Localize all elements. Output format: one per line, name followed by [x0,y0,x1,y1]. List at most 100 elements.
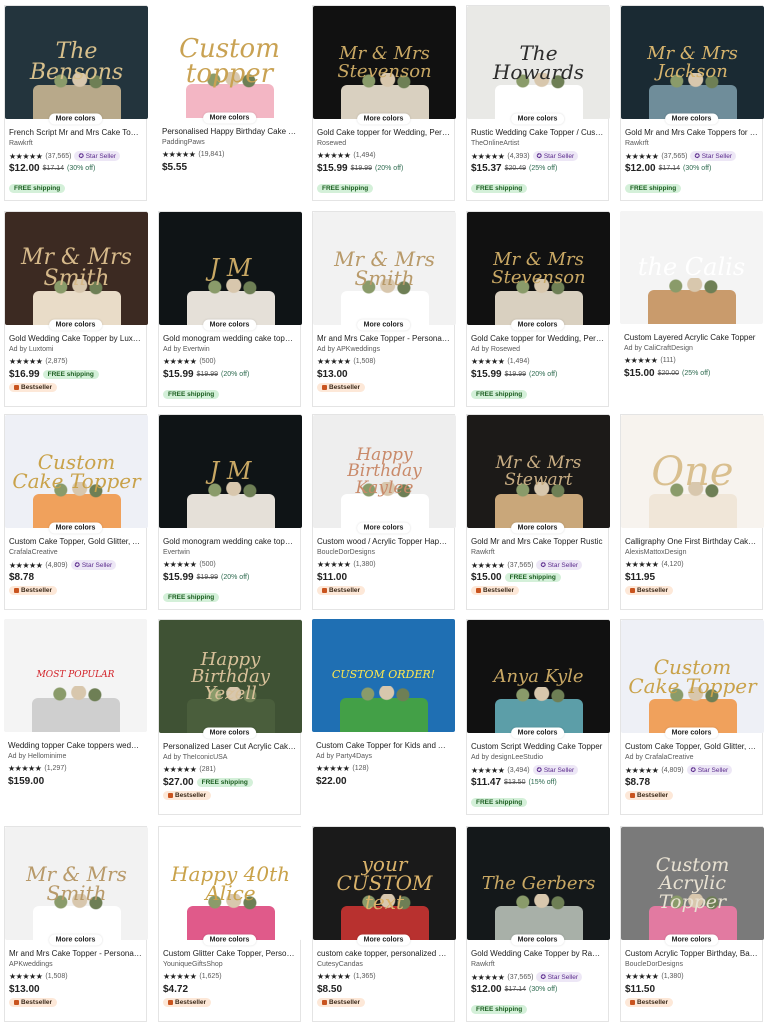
more-colors-badge[interactable]: More colors [664,113,719,125]
listing-image[interactable]: The Gerbers [467,827,610,940]
listing-title[interactable]: Custom Cake Topper for Kids and Adults [316,741,451,750]
listing-card[interactable]: Custom Acrylic Topper More colors Custom A… [620,826,764,1022]
more-colors-badge[interactable]: More colors [664,727,719,739]
listing-card[interactable]: Custom Cake Topper More colors Custom Cake… [620,619,764,815]
more-colors-badge[interactable]: More colors [48,319,103,331]
more-colors-badge[interactable]: More colors [510,319,565,331]
listing-title[interactable]: Gold Mr and Mrs Cake Topper Rustic [471,537,604,546]
listing-card[interactable]: Mr & Mrs Smith More colors Mr and Mrs Cake… [312,211,456,407]
rating-row: ★★★★★ (1,365) [317,972,376,981]
more-colors-badge[interactable]: More colors [48,113,103,125]
more-colors-badge[interactable]: More colors [202,727,257,739]
listing-card[interactable]: MOST POPULAR Wedding topper Cake toppers … [4,619,147,815]
listing-title[interactable]: Rustic Wedding Cake Topper / Custom [471,128,604,137]
listing-title[interactable]: Custom wood / Acrylic Topper Happy Birth… [317,537,450,546]
listing-image[interactable]: The Howards [467,6,610,119]
listing-image[interactable]: Mr & Mrs Stewart [467,415,610,528]
more-colors-badge[interactable]: More colors [356,522,411,534]
listing-card[interactable]: your CUSTOM text More colors custom cake t… [312,826,456,1022]
listing-title[interactable]: Gold Cake topper for Wedding, Personaliz… [471,334,604,343]
listing-image[interactable]: Custom Acrylic Topper [621,827,764,940]
listing-image[interactable]: Happy Birthday Kaylee [313,415,456,528]
listing-title[interactable]: Gold Wedding Cake Topper by Luxtomi [9,334,142,343]
more-colors-badge[interactable]: More colors [48,522,103,534]
listing-card[interactable]: Anya Kyle More colors Custom Script Weddin… [466,619,610,815]
listing-image[interactable]: J M [159,415,302,528]
listing-title[interactable]: Gold monogram wedding cake topper [163,537,296,546]
more-colors-badge[interactable]: More colors [202,112,257,124]
listing-title[interactable]: Personalized Laser Cut Acrylic Cake Topp… [163,742,296,751]
listing-title[interactable]: Gold monogram wedding cake topper [163,334,296,343]
listing-image[interactable]: Happy Birthday Yezell [159,620,302,733]
stars-icon: ★★★★★ [162,150,196,159]
listing-card[interactable]: The Gerbers More colors Gold Wedding Cake … [466,826,610,1022]
listing-title[interactable]: Custom Cake Topper, Gold Glitter, Acryli… [9,537,142,546]
more-colors-badge[interactable]: More colors [510,934,565,946]
listing-image[interactable]: Anya Kyle [467,620,610,733]
listing-title[interactable]: Custom Cake Topper, Gold Glitter, Acryli… [625,742,758,751]
listing-image[interactable]: the Calis [620,211,763,324]
listing-image[interactable]: Mr & Mrs Jackson [621,6,764,119]
listing-image[interactable]: Mr & Mrs Stevenson [467,212,610,325]
listing-title[interactable]: Mr and Mrs Cake Topper - Personalized [9,949,142,958]
review-count: (4,809) [661,766,684,774]
listing-card[interactable]: The Howards More colors Rustic Wedding Cak… [466,5,610,201]
more-colors-badge[interactable]: More colors [202,319,257,331]
listing-title[interactable]: Custom Glitter Cake Topper, Personalized [163,949,296,958]
listing-image[interactable]: CUSTOM ORDER! [312,619,455,732]
listing-image[interactable]: Custom topper [158,5,301,118]
more-colors-badge[interactable]: More colors [48,934,103,946]
more-colors-badge[interactable]: More colors [510,727,565,739]
listing-card[interactable]: CUSTOM ORDER! Custom Cake Topper for Kids… [312,619,455,815]
more-colors-badge[interactable]: More colors [356,319,411,331]
listing-image[interactable]: Custom Cake Topper [5,415,148,528]
listing-card[interactable]: Happy Birthday Yezell More colors Personal… [158,619,302,815]
listing-image[interactable]: your CUSTOM text [313,827,456,940]
listing-title[interactable]: Wedding topper Cake toppers wedding [8,741,143,750]
listing-card[interactable]: Custom Cake Topper More colors Custom Cake… [4,414,148,610]
more-colors-badge[interactable]: More colors [664,934,719,946]
listing-card[interactable]: the Calis Custom Layered Acrylic Cake Top… [620,211,763,407]
listing-card[interactable]: J M More colors Gold monogram wedding cake… [158,211,302,407]
listing-card[interactable]: Happy 40th Alice More colors Custom Glitte… [158,826,302,1022]
listing-card[interactable]: Mr & Mrs Jackson More colors Gold Mr and M… [620,5,764,201]
listing-image[interactable]: Mr & Mrs Stevenson [313,6,456,119]
more-colors-badge[interactable]: More colors [510,522,565,534]
listing-card[interactable]: Mr & Mrs Smith More colors Mr and Mrs Cake… [4,826,148,1022]
listing-title[interactable]: Custom Script Wedding Cake Topper [471,742,604,751]
star-seller-badge: ✪ Star Seller [690,151,737,161]
listing-title[interactable]: Gold Wedding Cake Topper by Rawkrft [471,949,604,958]
listing-card[interactable]: Mr & Mrs Stevenson More colors Gold Cake t… [466,211,610,407]
listing-card[interactable]: Mr & Mrs Stevenson More colors Gold Cake t… [312,5,456,201]
listing-title[interactable]: Mr and Mrs Cake Topper - Personalized [317,334,450,343]
listing-image[interactable]: MOST POPULAR [4,619,147,732]
listing-image[interactable]: J M [159,212,302,325]
listing-card[interactable]: Happy Birthday Kaylee More colors Custom w… [312,414,456,610]
listing-card[interactable]: The Bensons More colors French Script Mr a… [4,5,148,201]
listing-title[interactable]: Custom Acrylic Topper Birthday, Bachelor… [625,949,758,958]
listing-image[interactable]: Mr & Mrs Smith [313,212,456,325]
listing-title[interactable]: French Script Mr and Mrs Cake Topper [9,128,142,137]
listing-title[interactable]: custom cake topper, personalized cake to… [317,949,450,958]
listing-card[interactable]: Mr & Mrs Smith More colors Gold Wedding Ca… [4,211,148,407]
more-colors-badge[interactable]: More colors [356,113,411,125]
listing-image[interactable]: Happy 40th Alice [159,827,302,940]
listing-title[interactable]: Gold Cake topper for Wedding, Personaliz… [317,128,450,137]
listing-card[interactable]: One Calligraphy One First Birthday Cake T… [620,414,764,610]
free-shipping-badge: FREE shipping [163,390,220,399]
listing-title[interactable]: Personalised Happy Birthday Cake Topper [162,127,297,136]
listing-card[interactable]: Custom topper More colors Personalised Hap… [158,5,301,201]
listing-card[interactable]: Mr & Mrs Stewart More colors Gold Mr and M… [466,414,610,610]
listing-image[interactable]: Mr & Mrs Smith [5,827,148,940]
listing-image[interactable]: Custom Cake Topper [621,620,764,733]
listing-image[interactable]: The Bensons [5,6,148,119]
listing-title[interactable]: Gold Mr and Mrs Cake Toppers for Wedding [625,128,758,137]
listing-card[interactable]: J M Gold monogram wedding cake topper Ever… [158,414,302,610]
listing-image[interactable]: One [621,415,764,528]
listing-title[interactable]: Custom Layered Acrylic Cake Topper [624,333,759,342]
more-colors-badge[interactable]: More colors [356,934,411,946]
listing-image[interactable]: Mr & Mrs Smith [5,212,148,325]
listing-title[interactable]: Calligraphy One First Birthday Cake Topp… [625,537,758,546]
more-colors-badge[interactable]: More colors [202,934,257,946]
more-colors-badge[interactable]: More colors [510,113,565,125]
